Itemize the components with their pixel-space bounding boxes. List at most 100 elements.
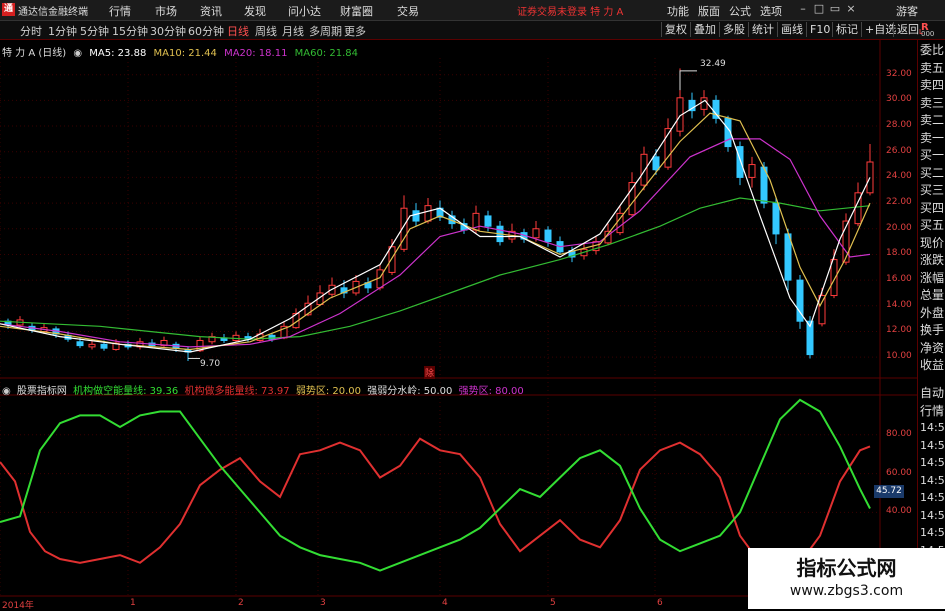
low-price-tag: 9.70	[200, 359, 221, 369]
candle-body	[484, 215, 492, 227]
ma5-label: MA5: 23.88	[89, 48, 147, 59]
candle-body	[544, 229, 552, 243]
indicator-tick-label: 80.00	[886, 428, 912, 439]
candle-body	[772, 202, 780, 235]
indicator-lines	[0, 398, 871, 572]
candle-body	[818, 295, 826, 325]
quote-field-label[interactable]: 卖二	[920, 112, 945, 128]
price-tick-label: 28.00	[886, 120, 912, 131]
price-tick-label: 10.00	[886, 351, 912, 362]
time-tick-label: 3	[320, 598, 326, 608]
ma60-label: MA60: 21.84	[294, 48, 358, 59]
time-tick-label: 1	[130, 598, 136, 608]
quote-field-label[interactable]: 收益	[920, 357, 945, 373]
tick-list-item[interactable]: 14:5	[920, 438, 945, 454]
candle-body	[532, 228, 540, 239]
tick-list-item[interactable]: 14:5	[920, 508, 945, 524]
long-energy-line	[0, 437, 871, 572]
tick-list-item[interactable]: 14:5	[920, 420, 945, 436]
price-tick-label: 18.00	[886, 248, 912, 259]
candle-body	[748, 164, 756, 178]
quote-field-label[interactable]: 卖一	[920, 130, 945, 146]
indicator-value-box: 45.72	[874, 485, 904, 498]
quote-field-label[interactable]: 买三	[920, 182, 945, 198]
watermark: 指标公式网 www.zbgs3.com	[748, 548, 945, 609]
price-tick-label: 14.00	[886, 299, 912, 310]
candle-body	[412, 210, 420, 222]
long-line-label: 机构做多能量线: 73.97	[184, 386, 290, 397]
quote-field-label[interactable]: 买四	[920, 200, 945, 216]
quote-field-label[interactable]: 涨幅	[920, 270, 945, 286]
quote-field-label[interactable]: 换手	[920, 322, 945, 338]
divide-line-label: 强弱分水岭: 50.00	[367, 386, 453, 397]
quote-field-label[interactable]: 买二	[920, 165, 945, 181]
ma20-label: MA20: 18.11	[224, 48, 288, 59]
price-tick-label: 26.00	[886, 145, 912, 156]
tick-list-item[interactable]: 行情	[920, 403, 945, 419]
quote-field-label[interactable]: 涨跌	[920, 252, 945, 268]
time-tick-label: 4	[442, 598, 448, 608]
quote-field-label[interactable]: 卖五	[920, 60, 945, 76]
watermark-title: 指标公式网	[796, 556, 897, 580]
candle-body	[736, 146, 744, 178]
weak-zone-label: 弱势区: 20.00	[295, 386, 362, 397]
time-tick-label: 2	[238, 598, 244, 608]
tick-list-item[interactable]: 14:5	[920, 473, 945, 489]
ma10-label: MA10: 21.44	[153, 48, 217, 59]
quote-field-label[interactable]: 卖三	[920, 95, 945, 111]
chart-grid	[0, 40, 917, 600]
price-tick-label: 20.00	[886, 222, 912, 233]
high-price-tag: 32.49	[700, 59, 726, 69]
candle-body	[100, 343, 108, 349]
indicator-info-bar: ◉ 股票指标网 机构做空能量线: 39.36 机构做多能量线: 73.97 弱势…	[2, 382, 527, 397]
strong-zone-label: 强势区: 80.00	[458, 386, 524, 397]
stock-name[interactable]: 特 力 A (日线)	[2, 48, 66, 59]
tick-list-item[interactable]: 14:5	[920, 490, 945, 506]
price-tick-label: 16.00	[886, 274, 912, 285]
tick-list-item[interactable]: 自动	[920, 385, 945, 401]
candle-body	[700, 97, 708, 110]
indicator-tick-label: 60.00	[886, 467, 912, 478]
tick-list-item[interactable]: 14:5	[920, 455, 945, 471]
quote-field-label[interactable]: 买一	[920, 147, 945, 163]
candle-body	[424, 205, 432, 222]
time-tick-label: 2014年	[2, 601, 34, 611]
tick-list-item[interactable]: 14:5	[920, 525, 945, 541]
indicator-gear-icon[interactable]: ◉	[2, 386, 11, 397]
candle-body	[784, 233, 792, 281]
quote-field-label[interactable]: 委比	[920, 42, 945, 58]
candle-body	[388, 246, 396, 273]
high-marker-line	[679, 70, 697, 91]
candle-body	[830, 259, 838, 297]
chart-canvas	[0, 40, 917, 600]
short-energy-line	[0, 398, 871, 572]
price-tick-label: 30.00	[886, 94, 912, 105]
settings-icon[interactable]: ◉	[73, 48, 82, 59]
price-tick-label: 32.00	[886, 68, 912, 79]
quote-field-label[interactable]: 总量	[920, 287, 945, 303]
watermark-url: www.zbgs3.com	[789, 583, 904, 599]
indicator-name[interactable]: 股票指标网	[17, 386, 67, 397]
price-tick-label: 24.00	[886, 171, 912, 182]
ma5-line	[0, 99, 871, 353]
candlesticks	[4, 68, 874, 362]
price-tick-label: 22.00	[886, 197, 912, 208]
candle-body	[628, 182, 636, 216]
quote-field-label[interactable]: 现价	[920, 235, 945, 251]
candle-body	[640, 153, 648, 186]
indicator-tick-label: 40.00	[886, 506, 912, 517]
quote-field-label[interactable]: 净资	[920, 340, 945, 356]
short-line-label: 机构做空能量线: 39.36	[73, 386, 179, 397]
quote-field-label[interactable]: 卖四	[920, 77, 945, 93]
ex-dividend-marker[interactable]: 除	[424, 366, 436, 379]
candle-body	[88, 343, 96, 348]
quote-field-label[interactable]: 买五	[920, 217, 945, 233]
ma-lines	[0, 99, 871, 353]
quote-side-panel: 委比卖五 卖四卖三 卖二卖一 买一买二 买三买四 买五现价 涨跌涨幅 总量外盘 换手净资 收益自动…	[917, 40, 945, 609]
quote-field-label[interactable]: 外盘	[920, 305, 945, 321]
candle-body	[652, 156, 660, 171]
panel-l-letter: L	[919, 28, 923, 36]
candle-body	[76, 341, 84, 347]
time-tick-label: 5	[550, 598, 556, 608]
time-tick-label: 6	[657, 598, 663, 608]
